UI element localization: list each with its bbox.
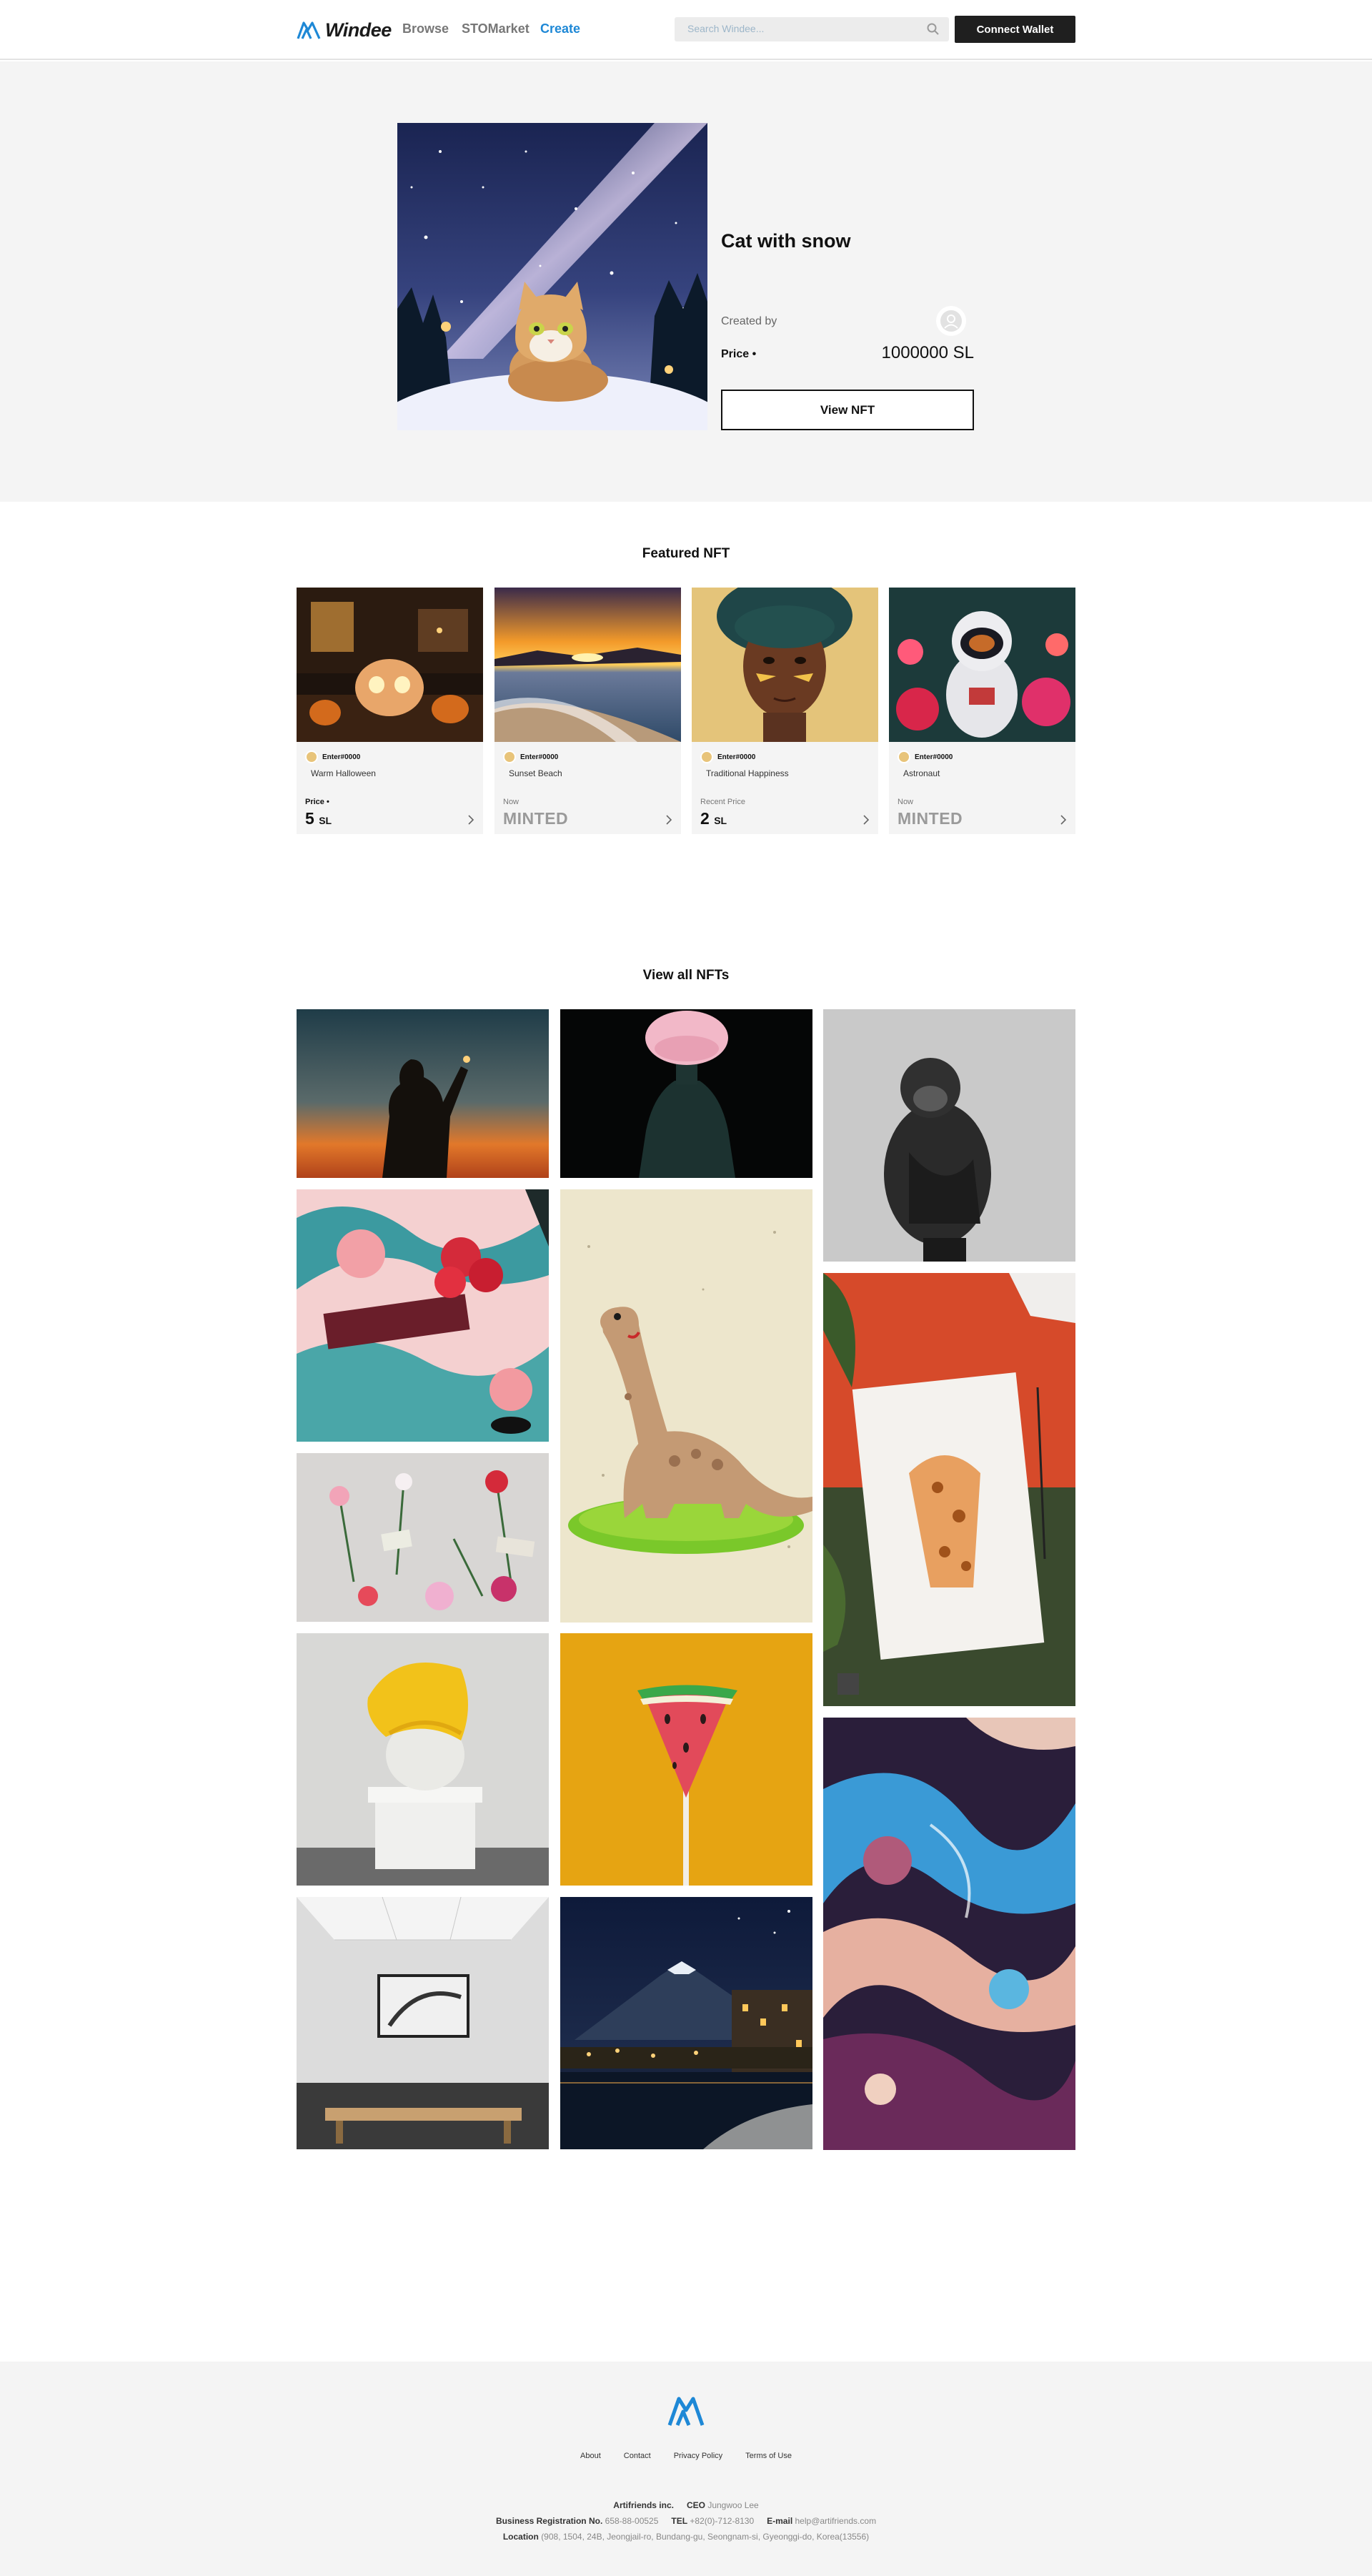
card-nft-name: Sunset Beach: [509, 768, 562, 778]
owner-name: Enter#0000: [915, 753, 953, 761]
featured-section-title: Featured NFT: [642, 546, 730, 561]
footer-link-about[interactable]: About: [580, 2452, 601, 2460]
card-status: MINTED: [898, 809, 963, 828]
footer-links: About Contact Privacy Policy Terms of Us…: [0, 2452, 1372, 2460]
card-price-label: Now: [898, 798, 914, 806]
nft-thumbnail: [494, 588, 681, 742]
windee-logo[interactable]: Windee: [297, 16, 392, 44]
chevron-right-icon[interactable]: [1060, 815, 1067, 825]
company-name: Artifriends inc.: [613, 2500, 674, 2510]
top-navigation-bar: Windee Browse STOMarket Create Search Wi…: [0, 0, 1372, 60]
footer-link-contact[interactable]: Contact: [624, 2452, 651, 2460]
owner-name: Enter#0000: [520, 753, 559, 761]
ceo-label: CEO: [686, 2500, 705, 2510]
gallery-tile[interactable]: [823, 1718, 1075, 2150]
card-owner[interactable]: Enter#0000: [700, 750, 755, 763]
card-price-unit: SL: [319, 815, 332, 826]
connect-wallet-button[interactable]: Connect Wallet: [955, 16, 1075, 43]
card-price-unit: SL: [714, 815, 727, 826]
card-nft-name: Astronaut: [903, 768, 940, 778]
windee-logo-icon[interactable]: [667, 2394, 705, 2427]
owner-name: Enter#0000: [322, 753, 361, 761]
owner-avatar-icon: [305, 750, 318, 763]
creator-avatar[interactable]: [936, 306, 966, 336]
chevron-right-icon[interactable]: [467, 815, 474, 825]
nft-thumbnail: [692, 588, 878, 742]
nav-browse[interactable]: Browse: [402, 21, 449, 36]
footer-location-line: Location (908, 1504, 24B, Jeongjail-ro, …: [0, 2532, 1372, 2542]
email-label: E-mail: [767, 2516, 793, 2526]
card-price-label: Now: [503, 798, 520, 806]
card-owner[interactable]: Enter#0000: [898, 750, 953, 763]
nav-create[interactable]: Create: [540, 21, 580, 36]
card-price-label: Recent Price: [700, 798, 745, 806]
footer-registration-line: Business Registration No. 658-88-00525 TE…: [0, 2516, 1372, 2526]
hero-price-label: Price •: [721, 348, 757, 360]
gallery-tile[interactable]: [823, 1273, 1075, 1706]
gallery-tile[interactable]: [297, 1189, 549, 1442]
logo-text: Windee: [325, 19, 392, 41]
footer-company-line: Artifriends inc. CEO Jungwoo Lee: [0, 2500, 1372, 2510]
gallery-tile[interactable]: [823, 1009, 1075, 1262]
hero-nft-title: Cat with snow: [721, 230, 851, 252]
nft-thumbnail: [889, 588, 1075, 742]
hero-nft-image[interactable]: [397, 123, 707, 430]
card-status: MINTED: [503, 809, 569, 828]
user-icon: [940, 310, 962, 332]
location-value: (908, 1504, 24B, Jeongjail-ro, Bundang-g…: [541, 2532, 870, 2542]
card-owner[interactable]: Enter#0000: [503, 750, 558, 763]
nav-stomarket[interactable]: STOMarket: [462, 21, 530, 36]
owner-avatar-icon: [898, 750, 910, 763]
gallery-tile[interactable]: [297, 1453, 549, 1622]
gallery-tile[interactable]: [560, 1897, 812, 2149]
card-owner[interactable]: Enter#0000: [305, 750, 360, 763]
search-input[interactable]: Search Windee...: [675, 17, 949, 41]
search-icon[interactable]: [926, 22, 940, 36]
featured-card[interactable]: Enter#0000 Traditional Happiness Recent …: [692, 588, 878, 834]
tel-label: TEL: [671, 2516, 688, 2526]
email-value[interactable]: help@artifriends.com: [795, 2516, 877, 2526]
chevron-right-icon[interactable]: [863, 815, 870, 825]
tel-value: +82(0)-712-8130: [690, 2516, 755, 2526]
nft-thumbnail: [297, 588, 483, 742]
card-nft-name: Warm Halloween: [311, 768, 376, 778]
gallery-tile[interactable]: [560, 1633, 812, 1886]
footer-link-terms[interactable]: Terms of Use: [745, 2452, 792, 2460]
card-price-label: Price •: [305, 798, 329, 806]
featured-card[interactable]: Enter#0000 Astronaut Now MINTED: [889, 588, 1075, 834]
windee-logo-icon: [297, 21, 321, 39]
gallery-tile[interactable]: [297, 1633, 549, 1886]
gallery-tile[interactable]: [297, 1009, 549, 1178]
location-label: Location: [502, 2532, 539, 2542]
card-price: 2 SL: [700, 809, 727, 828]
footer: About Contact Privacy Policy Terms of Us…: [0, 2362, 1372, 2576]
card-price-amount: 5: [305, 809, 314, 828]
owner-avatar-icon: [503, 750, 516, 763]
gallery-tile[interactable]: [297, 1897, 549, 2149]
card-price-amount: 2: [700, 809, 710, 828]
owner-name: Enter#0000: [717, 753, 756, 761]
gallery-section-title: View all NFTs: [642, 968, 730, 983]
created-by-label: Created by: [721, 315, 777, 327]
search-placeholder: Search Windee...: [687, 23, 765, 34]
footer-link-privacy[interactable]: Privacy Policy: [674, 2452, 722, 2460]
featured-card[interactable]: Enter#0000 Sunset Beach Now MINTED: [494, 588, 681, 834]
card-nft-name: Traditional Happiness: [706, 768, 789, 778]
ceo-name: Jungwoo Lee: [707, 2500, 759, 2510]
gallery-tile[interactable]: [560, 1009, 812, 1178]
card-price: 5 SL: [305, 809, 332, 828]
owner-avatar-icon: [700, 750, 713, 763]
view-nft-button[interactable]: View NFT: [721, 390, 974, 430]
brn-label: Business Registration No.: [495, 2516, 603, 2526]
chevron-right-icon[interactable]: [665, 815, 672, 825]
gallery-tile[interactable]: [560, 1189, 812, 1623]
brn-value: 658-88-00525: [605, 2516, 659, 2526]
hero-price-value: 1000000 SL: [881, 343, 974, 362]
featured-card[interactable]: Enter#0000 Warm Halloween Price • 5 SL: [297, 588, 483, 834]
